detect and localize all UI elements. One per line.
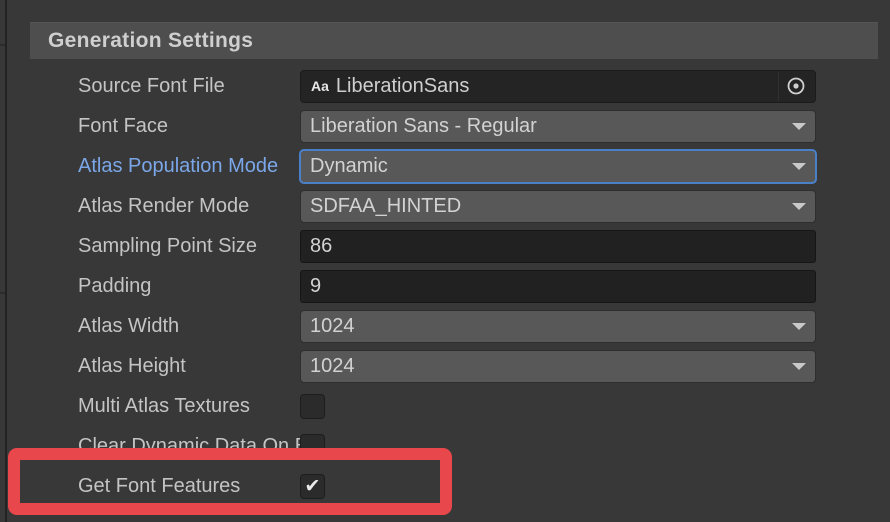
row-label: Atlas Population Mode bbox=[10, 155, 300, 178]
row-label: Get Font Features bbox=[10, 475, 300, 498]
settings-row: Font Face Liberation Sans - Regular bbox=[10, 106, 890, 146]
row-label: Atlas Render Mode bbox=[10, 195, 300, 218]
generation-settings-header[interactable]: Generation Settings bbox=[30, 22, 878, 59]
settings-row: Atlas Height 1024 bbox=[10, 346, 890, 386]
row-label: Sampling Point Size bbox=[10, 235, 300, 258]
checkbox-get-font-features[interactable]: ✔ bbox=[300, 474, 325, 499]
row-field: Aa LiberationSans bbox=[300, 70, 816, 103]
row-label: Multi Atlas Textures bbox=[10, 395, 300, 418]
dropdown-value: Dynamic bbox=[310, 155, 388, 178]
row-field: 1024 bbox=[300, 310, 816, 343]
chevron-down-icon bbox=[792, 123, 806, 130]
input-padding[interactable]: 9 bbox=[300, 270, 816, 303]
checkmark-icon: ✔ bbox=[305, 477, 321, 496]
dropdown-value: SDFAA_HINTED bbox=[310, 195, 461, 218]
dropdown-atlas-height[interactable]: 1024 bbox=[300, 350, 816, 383]
dropdown-font-face[interactable]: Liberation Sans - Regular bbox=[300, 110, 816, 143]
row-label: Padding bbox=[10, 275, 300, 298]
settings-row: Get Font Features ✔ bbox=[10, 466, 890, 506]
panel-left-edge bbox=[0, 0, 10, 522]
settings-row: Multi Atlas Textures✔ bbox=[10, 386, 890, 426]
row-field: ✔ bbox=[300, 394, 816, 419]
text-field-value: 86 bbox=[310, 235, 332, 258]
row-label: Atlas Height bbox=[10, 355, 300, 378]
chevron-down-icon bbox=[792, 323, 806, 330]
row-field: Liberation Sans - Regular bbox=[300, 110, 816, 143]
object-picker-icon[interactable] bbox=[778, 72, 813, 101]
dropdown-value: 1024 bbox=[310, 315, 355, 338]
checkbox-clear-dynamic-data-on-b[interactable]: ✔ bbox=[300, 434, 325, 459]
settings-row: Atlas Width 1024 bbox=[10, 306, 890, 346]
object-field-value: LiberationSans bbox=[336, 75, 469, 98]
settings-row: Clear Dynamic Data On B✔ bbox=[10, 426, 890, 466]
settings-row: Atlas Population Mode Dynamic bbox=[10, 146, 890, 186]
row-field: SDFAA_HINTED bbox=[300, 190, 816, 223]
font-asset-icon: Aa bbox=[311, 79, 329, 93]
dropdown-atlas-population-mode[interactable]: Dynamic bbox=[300, 150, 816, 183]
chevron-down-icon bbox=[792, 163, 806, 170]
dropdown-value: 1024 bbox=[310, 355, 355, 378]
text-field-value: 9 bbox=[310, 275, 321, 298]
unity-inspector-panel: Generation Settings Source Font File Aa Li… bbox=[0, 0, 890, 522]
row-label: Atlas Width bbox=[10, 315, 300, 338]
row-label: Clear Dynamic Data On B bbox=[10, 435, 300, 458]
input-sampling-point-size[interactable]: 86 bbox=[300, 230, 816, 263]
dropdown-atlas-render-mode[interactable]: SDFAA_HINTED bbox=[300, 190, 816, 223]
row-field: ✔ bbox=[300, 474, 816, 499]
settings-row: Sampling Point Size 86 bbox=[10, 226, 890, 266]
row-field: ✔ bbox=[300, 434, 816, 459]
edge-tick-mark bbox=[0, 292, 5, 294]
checkbox-multi-atlas-textures[interactable]: ✔ bbox=[300, 394, 325, 419]
row-label: Source Font File bbox=[10, 75, 300, 98]
row-label: Font Face bbox=[10, 115, 300, 138]
row-field: 86 bbox=[300, 230, 816, 263]
settings-row: Atlas Render Mode SDFAA_HINTED bbox=[10, 186, 890, 226]
row-field: 9 bbox=[300, 270, 816, 303]
source-font-file-field[interactable]: Aa LiberationSans bbox=[300, 70, 816, 103]
row-field: Dynamic bbox=[300, 150, 816, 183]
dropdown-atlas-width[interactable]: 1024 bbox=[300, 310, 816, 343]
settings-row: Source Font File Aa LiberationSans bbox=[10, 66, 890, 106]
chevron-down-icon bbox=[792, 363, 806, 370]
chevron-down-icon bbox=[792, 203, 806, 210]
settings-row: Padding 9 bbox=[10, 266, 890, 306]
panel-divider-line[interactable] bbox=[5, 0, 7, 522]
edge-tick-mark bbox=[0, 44, 5, 46]
section-title: Generation Settings bbox=[48, 29, 253, 53]
row-field: 1024 bbox=[300, 350, 816, 383]
dropdown-value: Liberation Sans - Regular bbox=[310, 115, 537, 138]
